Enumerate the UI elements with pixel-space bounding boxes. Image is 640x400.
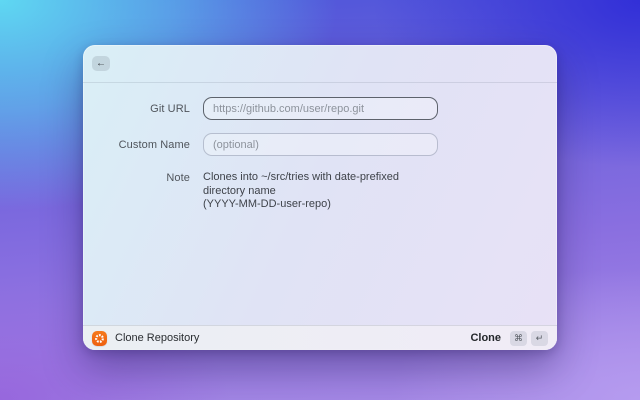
dialog-header: ←: [83, 45, 557, 83]
note-text: Clones into ~/src/tries with date-prefix…: [203, 171, 438, 212]
clone-repository-dialog: ← Git URL Custom Name Note Clones into ~…: [83, 45, 557, 350]
clone-form: Git URL Custom Name Note Clones into ~/s…: [83, 83, 557, 212]
custom-name-input[interactable]: [203, 133, 438, 156]
custom-name-label: Custom Name: [118, 138, 190, 151]
command-title: Clone Repository: [115, 332, 200, 344]
gear-glyph: [95, 333, 104, 343]
note-line-2: (YYYY-MM-DD-user-repo): [203, 198, 331, 210]
clone-action-button[interactable]: Clone: [470, 332, 501, 344]
return-key-icon: ↵: [531, 330, 548, 346]
form-row-git-url: Git URL: [83, 97, 557, 120]
note-line-1: Clones into ~/src/tries with date-prefix…: [203, 171, 399, 197]
git-url-input[interactable]: [203, 97, 438, 120]
shortcut-badges: ⌘ ↵: [510, 330, 548, 346]
extension-gear-icon: [92, 330, 107, 346]
action-bar: Clone Repository Clone ⌘ ↵: [83, 325, 557, 350]
form-row-note: Note Clones into ~/src/tries with date-p…: [83, 171, 557, 212]
git-url-label: Git URL: [150, 102, 190, 115]
back-arrow-icon: ←: [96, 57, 106, 69]
form-row-custom-name: Custom Name: [83, 133, 557, 156]
command-key-icon: ⌘: [510, 330, 527, 346]
note-label: Note: [166, 172, 190, 184]
back-button[interactable]: ←: [92, 56, 110, 71]
